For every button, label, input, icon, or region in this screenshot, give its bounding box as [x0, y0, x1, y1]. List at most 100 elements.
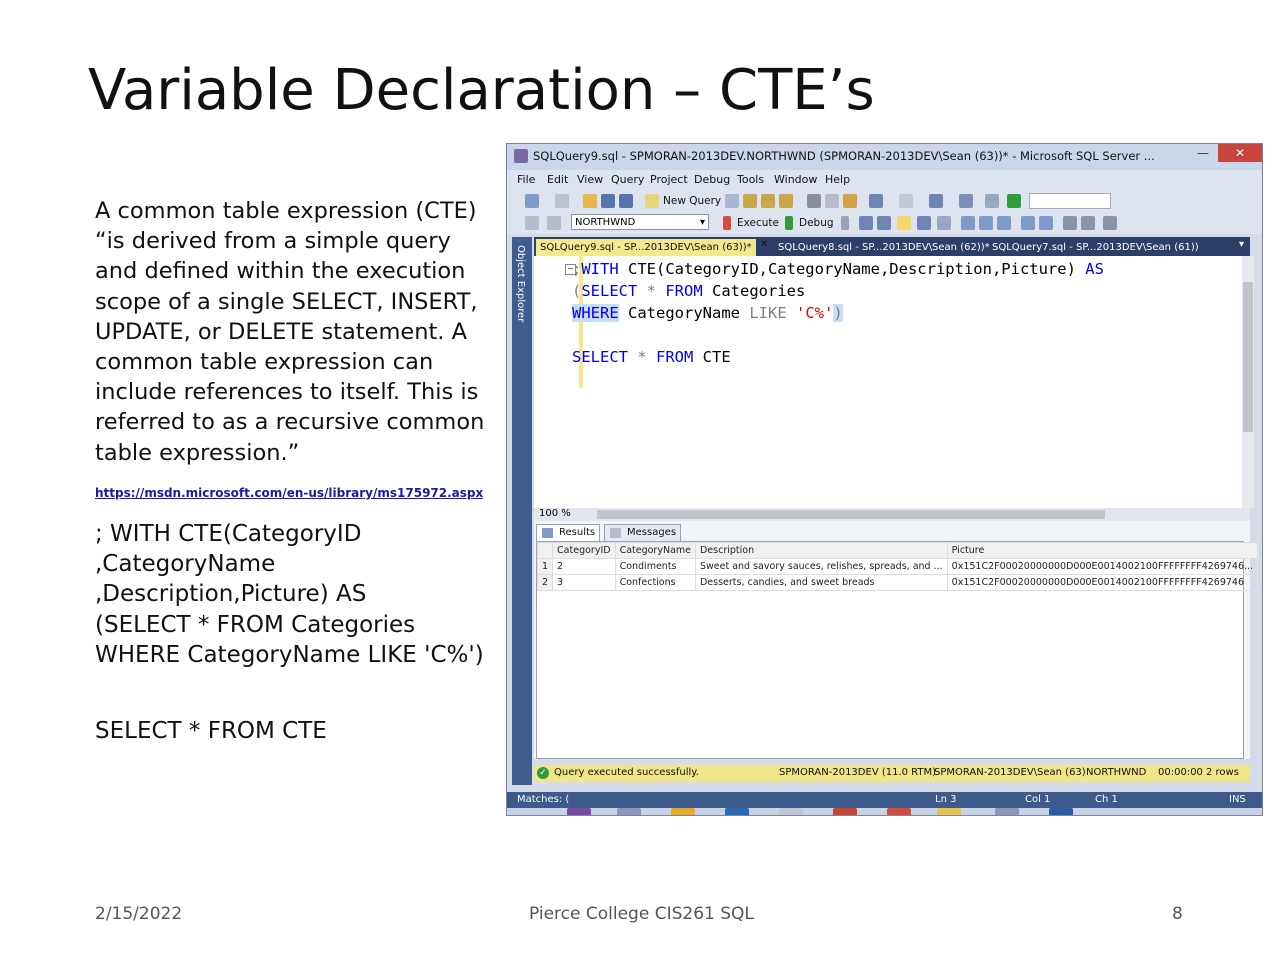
dmx-query-icon[interactable]	[779, 194, 793, 208]
solution-config-icon[interactable]	[985, 194, 999, 208]
cell[interactable]: 3	[552, 574, 616, 591]
column-header[interactable]: CategoryID	[552, 542, 616, 559]
status-rows: 2 rows	[1206, 767, 1239, 778]
cte-definition-quote: A common table expression (CTE) “is deri…	[95, 198, 485, 466]
copy-icon[interactable]	[825, 194, 839, 208]
ssms-taskbar-icon[interactable]	[937, 808, 961, 815]
menu-help[interactable]: Help	[825, 173, 850, 186]
add-item-icon[interactable]	[555, 194, 569, 208]
cancel-query-icon[interactable]	[841, 216, 849, 230]
close-icon[interactable]: ✕	[760, 239, 768, 250]
tab-messages[interactable]: Messages	[604, 524, 682, 541]
uncomment-icon[interactable]	[1039, 216, 1053, 230]
change-connection-icon[interactable]	[547, 216, 561, 230]
debug-button[interactable]: Debug	[799, 217, 834, 229]
save-icon[interactable]	[601, 194, 615, 208]
decrease-indent-icon[interactable]	[1063, 216, 1077, 230]
table-row[interactable]: 1 2 Condiments Sweet and savory sauces, …	[536, 558, 1259, 575]
cell[interactable]: Sweet and savory sauces, relishes, sprea…	[694, 558, 948, 575]
cell[interactable]: 2	[552, 558, 616, 575]
include-plan-icon[interactable]	[937, 216, 951, 230]
debug-play-icon[interactable]	[785, 216, 793, 230]
object-explorer-tab[interactable]: Object Explorer	[512, 237, 532, 785]
save-all-icon[interactable]	[619, 194, 633, 208]
kw-from: FROM	[656, 348, 694, 366]
database-select[interactable]: NORTHWND ▾	[571, 214, 709, 230]
tab-sqlquery8[interactable]: SQLQuery8.sql - SP...2013DEV\Sean (62))*	[774, 239, 994, 256]
results-grid[interactable]: CategoryID CategoryName Description Pict…	[536, 541, 1259, 759]
media-player-icon[interactable]	[671, 808, 695, 815]
cell[interactable]: 0x151C2F00020000000D000E0014002100FFFFFF…	[946, 558, 1259, 575]
find-box[interactable]	[1029, 193, 1111, 209]
column-header[interactable]: Picture	[946, 542, 1259, 559]
specify-values-icon[interactable]	[1103, 216, 1117, 230]
execute-icon[interactable]	[723, 216, 731, 230]
powerpoint-icon[interactable]	[833, 808, 857, 815]
display-plan-icon[interactable]	[877, 216, 891, 230]
menu-tools[interactable]: Tools	[737, 173, 764, 186]
query-editor[interactable]: − ;WITH CTE(CategoryID,CategoryName,Desc…	[534, 256, 1254, 508]
outlook-icon[interactable]	[725, 808, 749, 815]
cut-icon[interactable]	[807, 194, 821, 208]
chrome-icon[interactable]	[887, 808, 911, 815]
window-title: SQLQuery9.sql - SPMORAN-2013DEV.NORTHWND…	[533, 149, 1155, 163]
menu-project[interactable]: Project	[650, 173, 688, 186]
cell[interactable]: Condiments	[614, 558, 696, 575]
chevron-down-icon[interactable]: ▾	[1239, 239, 1244, 250]
db-engine-query-icon[interactable]	[725, 194, 739, 208]
zoom-level[interactable]: 100 %	[539, 508, 571, 519]
undo-icon[interactable]	[869, 194, 883, 208]
navigate-forward-icon[interactable]	[959, 194, 973, 208]
table-row[interactable]: 2 3 Confections Desserts, candies, and s…	[536, 574, 1259, 591]
menu-view[interactable]: View	[577, 173, 603, 186]
msdn-link[interactable]: https://msdn.microsoft.com/en-us/library…	[95, 486, 483, 500]
app-icon[interactable]	[995, 808, 1019, 815]
column-header[interactable]: Description	[694, 542, 948, 559]
row-number-header	[536, 542, 554, 559]
footer-course: Pierce College CIS261 SQL	[529, 904, 754, 924]
menu-query[interactable]: Query	[611, 173, 644, 186]
column-header[interactable]: CategoryName	[614, 542, 696, 559]
new-query-button[interactable]: New Query	[663, 195, 721, 207]
menu-edit[interactable]: Edit	[547, 173, 568, 186]
close-button[interactable]: ✕	[1218, 144, 1262, 162]
cell[interactable]: 0x151C2F00020000000D000E0014002100FFFFFF…	[946, 574, 1259, 591]
scroll-thumb[interactable]	[1243, 282, 1253, 432]
execute-button[interactable]: Execute	[737, 217, 779, 229]
start-debug-icon[interactable]	[1007, 194, 1021, 208]
results-to-text-icon[interactable]	[961, 216, 975, 230]
intellisense-icon[interactable]	[917, 216, 931, 230]
mdx-query-icon[interactable]	[761, 194, 775, 208]
visual-studio-icon[interactable]	[567, 808, 591, 815]
tab-sqlquery9[interactable]: SQLQuery9.sql - SP...2013DEV\Sean (63))*	[536, 239, 756, 256]
analysis-query-icon[interactable]	[743, 194, 757, 208]
notepad-icon[interactable]	[779, 808, 803, 815]
menu-file[interactable]: File	[517, 173, 535, 186]
results-to-file-icon[interactable]	[997, 216, 1011, 230]
tab-sqlquery7[interactable]: SQLQuery7.sql - SP...2013DEV\Sean (61))	[988, 239, 1203, 256]
comment-icon[interactable]	[1021, 216, 1035, 230]
tab-results[interactable]: Results	[536, 524, 601, 541]
menu-debug[interactable]: Debug	[694, 173, 730, 186]
new-project-icon[interactable]	[525, 194, 539, 208]
semicolon: ;	[572, 260, 582, 278]
new-query-icon[interactable]	[645, 194, 659, 208]
connect-icon[interactable]	[525, 216, 539, 230]
navigate-backward-icon[interactable]	[929, 194, 943, 208]
minimize-button[interactable]: —	[1191, 144, 1215, 162]
cell[interactable]: Confections	[614, 574, 696, 591]
query-options-icon[interactable]	[897, 216, 911, 230]
paste-icon[interactable]	[843, 194, 857, 208]
redo-icon[interactable]	[899, 194, 913, 208]
increase-indent-icon[interactable]	[1081, 216, 1095, 230]
results-to-grid-icon[interactable]	[979, 216, 993, 230]
code-line: (SELECT * FROM Categories	[95, 611, 416, 638]
horizontal-scrollbar[interactable]	[597, 510, 1105, 519]
cell[interactable]: Desserts, candies, and sweet breads	[694, 574, 948, 591]
table-name: Categories	[702, 282, 806, 300]
parse-icon[interactable]	[859, 216, 873, 230]
open-file-icon[interactable]	[583, 194, 597, 208]
app-icon[interactable]	[617, 808, 641, 815]
word-icon[interactable]	[1049, 808, 1073, 815]
menu-window[interactable]: Window	[774, 173, 817, 186]
